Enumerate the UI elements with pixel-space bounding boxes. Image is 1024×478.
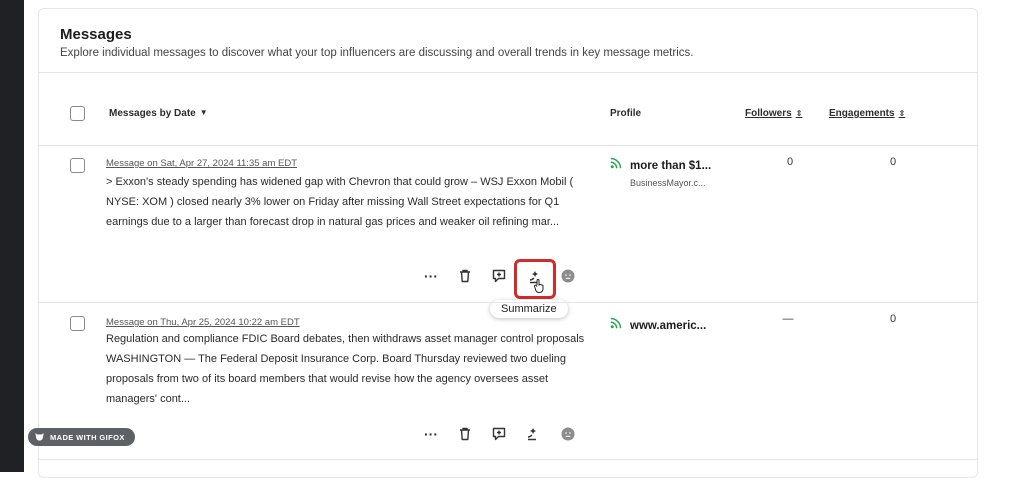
header-divider — [39, 72, 977, 73]
gifox-icon — [34, 431, 45, 444]
caret-down-icon: ▼ — [199, 108, 208, 117]
column-engagements[interactable]: Engagements ⇕ — [829, 108, 905, 119]
trash-icon[interactable] — [454, 423, 476, 445]
engagements-value: 0 — [889, 313, 897, 325]
more-icon[interactable]: ··· — [420, 265, 442, 287]
sentiment-icon[interactable] — [557, 423, 579, 445]
column-messages-by-date[interactable]: Messages by Date ▼ — [109, 108, 208, 119]
rss-icon — [610, 316, 622, 334]
page-subtitle: Explore individual messages to discover … — [60, 47, 694, 59]
comment-plus-icon[interactable] — [488, 423, 510, 445]
message-date-link[interactable]: Message on Thu, Apr 25, 2024 10:22 am ED… — [106, 317, 300, 328]
column-followers[interactable]: Followers ⇕ — [745, 108, 802, 119]
followers-value: — — [782, 313, 794, 325]
gifox-badge: MADE WITH GIFOX — [28, 428, 135, 446]
sentiment-icon[interactable] — [557, 265, 579, 287]
profile-cell[interactable]: www.americ... — [610, 316, 706, 334]
page-title: Messages — [60, 26, 132, 43]
profile-cell[interactable]: more than $1... — [610, 156, 711, 174]
row-checkbox[interactable] — [70, 316, 85, 331]
column-profile: Profile — [610, 108, 642, 119]
select-all-checkbox[interactable] — [70, 106, 85, 121]
rss-icon — [610, 156, 622, 174]
sort-icon: ⇕ — [898, 109, 906, 118]
followers-value: 0 — [786, 156, 794, 168]
more-icon[interactable]: ··· — [420, 423, 442, 445]
engagements-value: 0 — [889, 156, 897, 168]
summarize-icon[interactable] — [522, 423, 544, 445]
row-checkbox[interactable] — [70, 158, 85, 173]
right-margin — [978, 0, 1024, 472]
row-divider — [39, 302, 977, 303]
gifox-label: MADE WITH GIFOX — [50, 432, 125, 442]
row-divider — [39, 459, 977, 460]
summarize-highlight — [514, 259, 556, 299]
left-dark-bar — [0, 0, 24, 472]
message-text: Regulation and compliance FDIC Board deb… — [106, 333, 585, 405]
table-header-divider — [39, 145, 977, 146]
message-text: > Exxon's steady spending has widened ga… — [106, 176, 574, 228]
comment-plus-icon[interactable] — [488, 265, 510, 287]
sort-icon: ⇕ — [795, 109, 803, 118]
trash-icon[interactable] — [454, 265, 476, 287]
profile-source: BusinessMayor.c... — [630, 178, 706, 188]
profile-name: more than $1... — [630, 160, 712, 173]
message-date-link[interactable]: Message on Sat, Apr 27, 2024 11:35 am ED… — [106, 158, 297, 169]
profile-name: www.americ... — [630, 320, 707, 333]
